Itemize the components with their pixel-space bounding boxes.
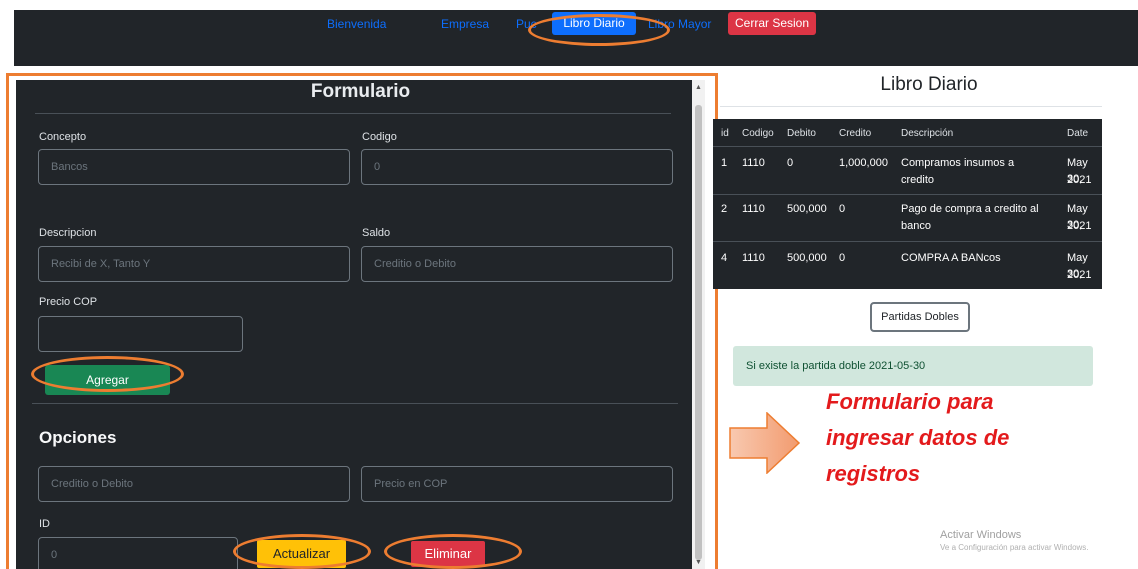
table-cell-credito: 1,000,000	[839, 157, 888, 169]
column-header: Date	[1067, 128, 1089, 139]
annotation-arrow-icon	[729, 412, 801, 474]
divider	[35, 113, 671, 114]
table-cell-descripcion: COMPRA A BANcos	[901, 252, 1001, 264]
table-cell-date: 2021	[1067, 174, 1092, 186]
nav-link-bienvenida[interactable]: Bienvenida	[327, 13, 386, 35]
column-header: Descripción	[901, 128, 954, 139]
column-header: id	[721, 128, 729, 139]
divider	[32, 403, 678, 404]
windows-watermark-subtitle: Ve a Configuración para activar Windows.	[940, 543, 1089, 552]
precio-input[interactable]	[38, 316, 243, 352]
table-cell-descripcion: credito	[901, 174, 935, 186]
table-cell-id: 1	[721, 157, 728, 169]
id-input[interactable]	[38, 537, 238, 569]
table-cell-codigo: 1110	[742, 157, 765, 169]
table-cell-credito: 0	[839, 203, 846, 215]
nav-link-libro-mayor[interactable]: Libro Mayor	[648, 13, 711, 35]
saldo-label: Saldo	[362, 227, 391, 239]
form-panel: Formulario Concepto Codigo Descripcion S…	[16, 80, 705, 569]
column-header: Codigo	[742, 128, 774, 139]
codigo-input[interactable]	[361, 149, 673, 185]
table-cell-codigo: 1110	[742, 203, 765, 215]
table-cell-date: 2021	[1067, 269, 1092, 281]
scroll-down-icon[interactable]: ▼	[692, 557, 705, 569]
annotation-line: Formulario para	[826, 389, 994, 414]
table-cell-debito: 0	[787, 157, 794, 169]
nav-link-puc[interactable]: Puc	[516, 13, 537, 35]
saldo-input[interactable]	[361, 246, 673, 282]
scroll-thumb[interactable]	[695, 105, 702, 560]
success-alert: Si existe la partida doble 2021-05-30	[733, 346, 1093, 386]
form-title: Formulario	[310, 81, 411, 102]
journal-table: id Codigo Debito Credito Descripción Dat…	[713, 119, 1102, 289]
delete-button[interactable]: Eliminar	[411, 541, 485, 567]
nav-link-empresa[interactable]: Empresa	[441, 13, 489, 35]
scroll-up-icon[interactable]: ▲	[692, 82, 705, 94]
table-cell-debito: 500,000	[787, 203, 827, 215]
table-cell-debito: 500,000	[787, 252, 827, 264]
annotation-text: Formulario para ingresar datos de regist…	[826, 384, 1066, 492]
options-price-input[interactable]	[361, 466, 673, 502]
precio-label: Precio COP	[39, 296, 98, 308]
annotation-line: registros	[826, 461, 921, 486]
column-header: Debito	[787, 128, 816, 139]
double-entry-button[interactable]: Partidas Dobles	[870, 302, 970, 332]
id-label: ID	[39, 518, 50, 530]
options-title: Opciones	[39, 428, 117, 447]
divider	[720, 106, 1102, 107]
top-navbar: Bienvenida Empresa Puc Libro Diario Libr…	[14, 10, 1138, 66]
descripcion-label: Descripcion	[39, 227, 97, 239]
form-scrollbar[interactable]: ▲ ▼	[692, 80, 705, 569]
logout-button[interactable]: Cerrar Sesion	[728, 12, 816, 35]
update-button[interactable]: Actualizar	[257, 540, 346, 568]
table-cell-descripcion: Compramos insumos a	[901, 157, 1015, 169]
codigo-label: Codigo	[362, 131, 397, 143]
options-type-input[interactable]	[38, 466, 350, 502]
table-cell-descripcion: banco	[901, 220, 931, 232]
annotation-line: ingresar datos de	[826, 425, 1010, 450]
column-header: Credito	[839, 128, 872, 139]
add-button[interactable]: Agregar	[45, 365, 170, 395]
windows-watermark: Activar Windows	[940, 529, 1022, 541]
journal-title: Libro Diario	[880, 74, 978, 95]
table-cell-credito: 0	[839, 252, 846, 264]
table-cell-codigo: 1110	[742, 252, 765, 264]
concepto-input[interactable]	[38, 149, 350, 185]
table-cell-descripcion: Pago de compra a credito al	[901, 203, 1039, 215]
table-cell-id: 4	[721, 252, 728, 264]
table-cell-id: 2	[721, 203, 728, 215]
descripcion-input[interactable]	[38, 246, 350, 282]
table-cell-date: 2021	[1067, 220, 1092, 232]
concepto-label: Concepto	[39, 131, 87, 143]
nav-link-libro-diario[interactable]: Libro Diario	[552, 12, 636, 35]
